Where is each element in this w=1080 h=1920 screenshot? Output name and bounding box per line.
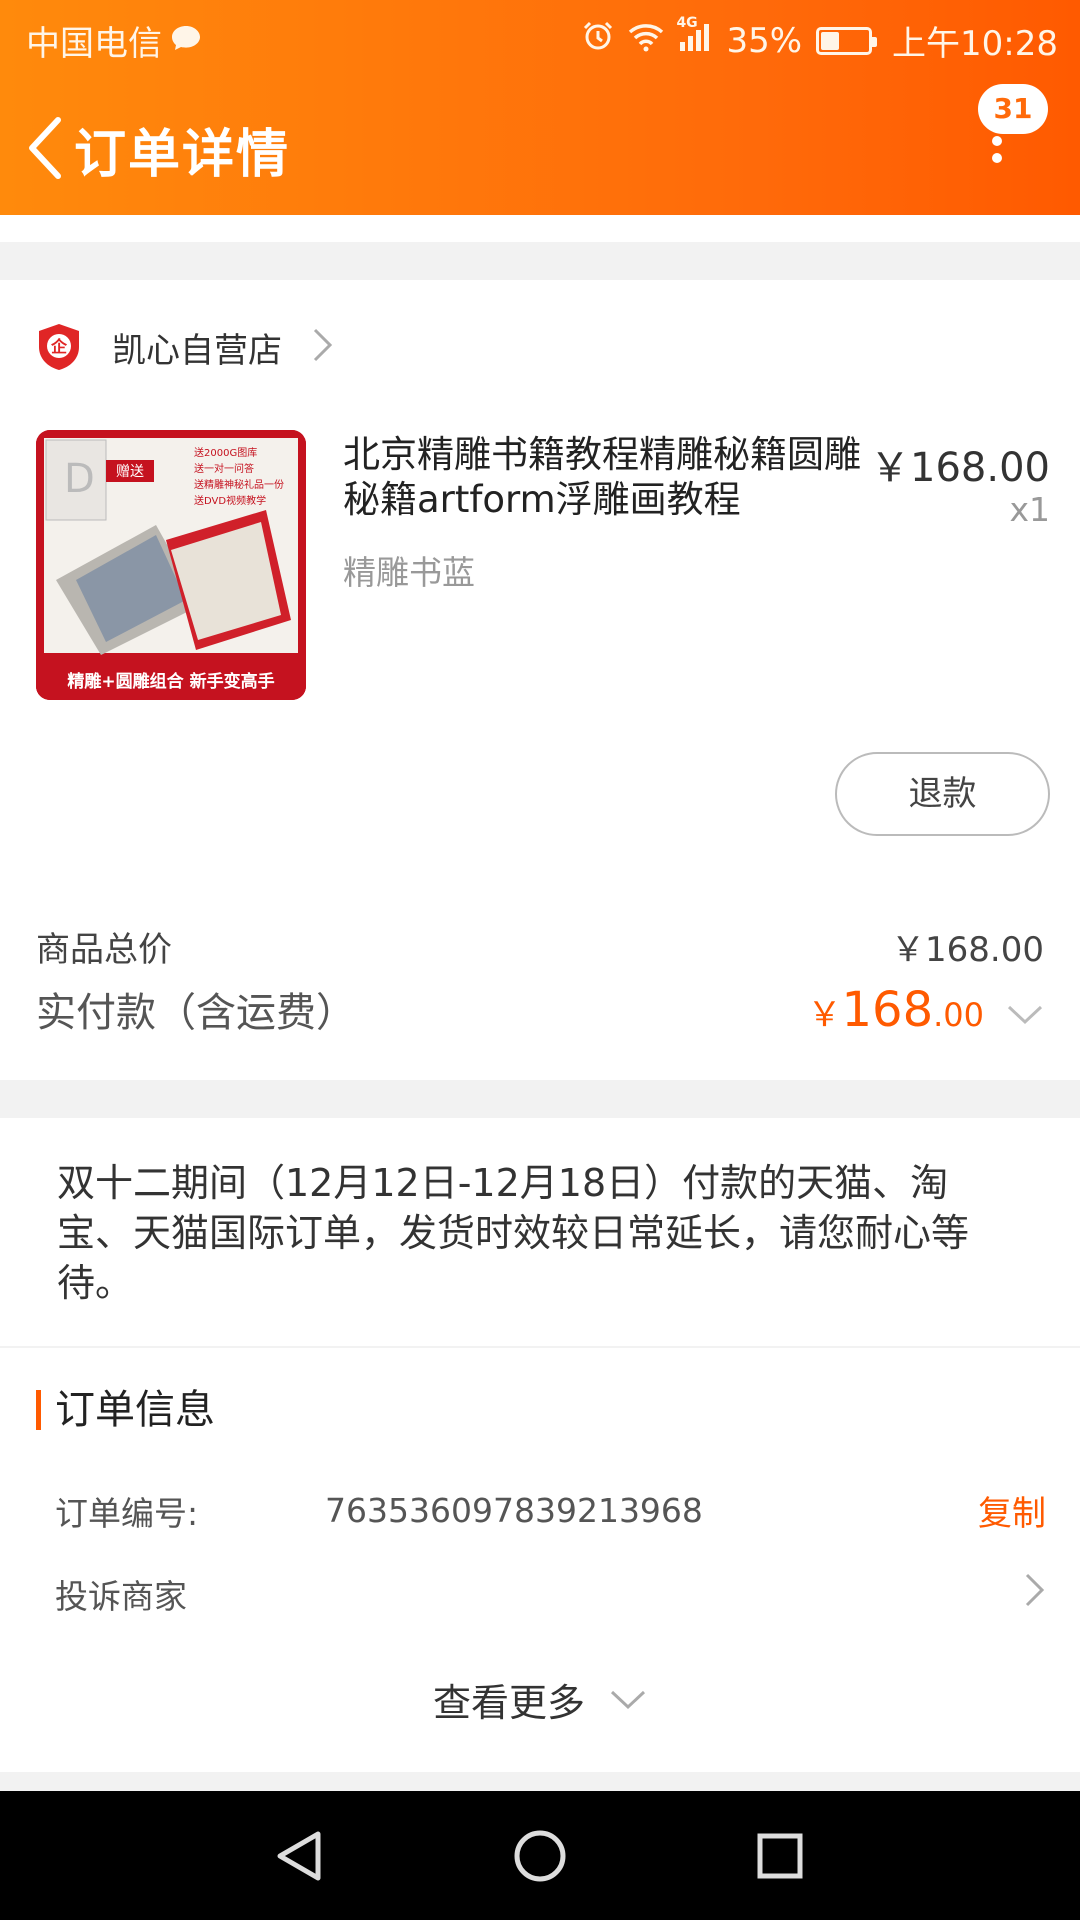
- nav-bar: 订单详情 31: [0, 80, 1080, 210]
- complaint-label: 投诉商家: [55, 1577, 187, 1616]
- copy-button[interactable]: 复制: [978, 1486, 1046, 1535]
- paid-currency: ￥: [807, 995, 842, 1035]
- system-nav-bar: [0, 1791, 1080, 1920]
- square-recents-icon: [757, 1833, 803, 1879]
- status-bar: 中国电信 4G 35% 上午10:28: [0, 0, 1080, 75]
- goods-total-value: ￥168.00: [891, 930, 1044, 970]
- paid-decimal: .00: [933, 996, 984, 1034]
- carrier-name: 中国电信: [26, 24, 162, 64]
- svg-text:D: D: [64, 456, 95, 502]
- svg-text:送DVD视频教学: 送DVD视频教学: [194, 494, 266, 507]
- enterprise-shield-icon: 企: [36, 322, 82, 372]
- see-more-label: 查看更多: [432, 1681, 585, 1725]
- paid-integer: 168: [841, 982, 934, 1038]
- order-number-row: 订单编号: 763536097839213968 复制: [55, 1486, 1046, 1535]
- top-strip: [0, 215, 1080, 242]
- chevron-right-icon: [312, 327, 334, 367]
- system-recents-button[interactable]: [748, 1824, 812, 1888]
- chevron-down-icon: [610, 1690, 646, 1709]
- product-card: 企 凯心自营店 D 赠送 送2000G图库 送一对一问答 送精雕神秘礼品一份 送…: [0, 280, 1080, 1080]
- refund-button[interactable]: 退款: [835, 752, 1050, 836]
- shipping-notice: 双十二期间（12月12日-12月18日）付款的天猫、淘宝、天猫国际订单，发货时效…: [57, 1161, 970, 1305]
- more-dots-icon: [992, 136, 1002, 170]
- back-arrow-icon: [29, 117, 61, 179]
- battery-fill: [821, 31, 839, 50]
- alarm-icon: [582, 20, 614, 61]
- network-type: 4G: [676, 14, 698, 31]
- order-info-card: 订单信息 订单编号: 763536097839213968 复制 投诉商家 查看…: [0, 1348, 1080, 1772]
- svg-text:企: 企: [50, 337, 68, 356]
- paid-row[interactable]: 实付款（含运费） ￥ 168 .00: [36, 980, 1044, 1038]
- product-quantity: x1: [1009, 490, 1050, 529]
- product-price: ￥168.00: [870, 445, 1050, 491]
- app-header: 中国电信 4G 35% 上午10:28 订单详情 31: [0, 0, 1080, 215]
- message-icon: [170, 21, 202, 61]
- circle-home-icon: [514, 1830, 566, 1882]
- svg-text:送精雕神秘礼品一份: 送精雕神秘礼品一份: [194, 478, 284, 491]
- back-button[interactable]: [14, 108, 74, 188]
- order-number: 763536097839213968: [325, 1491, 703, 1530]
- goods-total-row: 商品总价 ￥168.00: [36, 922, 1044, 971]
- image-slogan: 精雕+圆雕组合 新手变高手: [67, 671, 274, 692]
- order-info-title: 订单信息: [36, 1390, 215, 1430]
- see-more-button[interactable]: 查看更多: [0, 1672, 1080, 1727]
- wifi-icon: [628, 21, 664, 61]
- page-title: 订单详情: [74, 125, 291, 185]
- more-menu-button[interactable]: 31: [966, 80, 1056, 190]
- paid-label: 实付款（含运费）: [36, 990, 356, 1036]
- system-home-button[interactable]: [508, 1824, 572, 1888]
- battery-icon: [816, 26, 878, 55]
- product-sku: 精雕书蓝: [343, 553, 475, 592]
- battery-percent: 35%: [726, 20, 803, 61]
- complaint-row[interactable]: 投诉商家: [55, 1570, 1046, 1618]
- svg-text:送2000G图库: 送2000G图库: [194, 446, 257, 459]
- shop-link[interactable]: 企 凯心自营店: [36, 322, 334, 372]
- product-title[interactable]: 北京精雕书籍教程精雕秘籍圆雕秘籍artform浮雕画教程: [343, 432, 863, 522]
- clock: 上午10:28: [892, 24, 1058, 64]
- shop-name: 凯心自营店: [112, 330, 282, 371]
- system-back-button[interactable]: [268, 1824, 332, 1888]
- order-number-label: 订单编号:: [55, 1493, 199, 1533]
- status-right: 4G 35% 上午10:28: [582, 15, 1058, 65]
- message-count-badge: 31: [978, 84, 1048, 134]
- status-left: 中国电信: [26, 16, 202, 65]
- triangle-back-icon: [277, 1831, 321, 1881]
- notice-card: 双十二期间（12月12日-12月18日）付款的天猫、淘宝、天猫国际订单，发货时效…: [0, 1118, 1080, 1346]
- paid-amount: ￥ 168 .00: [807, 982, 1044, 1038]
- gift-tag: 赠送: [116, 464, 144, 480]
- chevron-down-icon[interactable]: [1006, 990, 1044, 1036]
- chevron-right-icon: [1024, 1572, 1046, 1616]
- goods-total-label: 商品总价: [36, 930, 172, 970]
- svg-text:送一对一问答: 送一对一问答: [194, 462, 254, 475]
- product-image[interactable]: D 赠送 送2000G图库 送一对一问答 送精雕神秘礼品一份 送DVD视频教学 …: [36, 430, 306, 700]
- signal-icon: 4G: [676, 15, 712, 61]
